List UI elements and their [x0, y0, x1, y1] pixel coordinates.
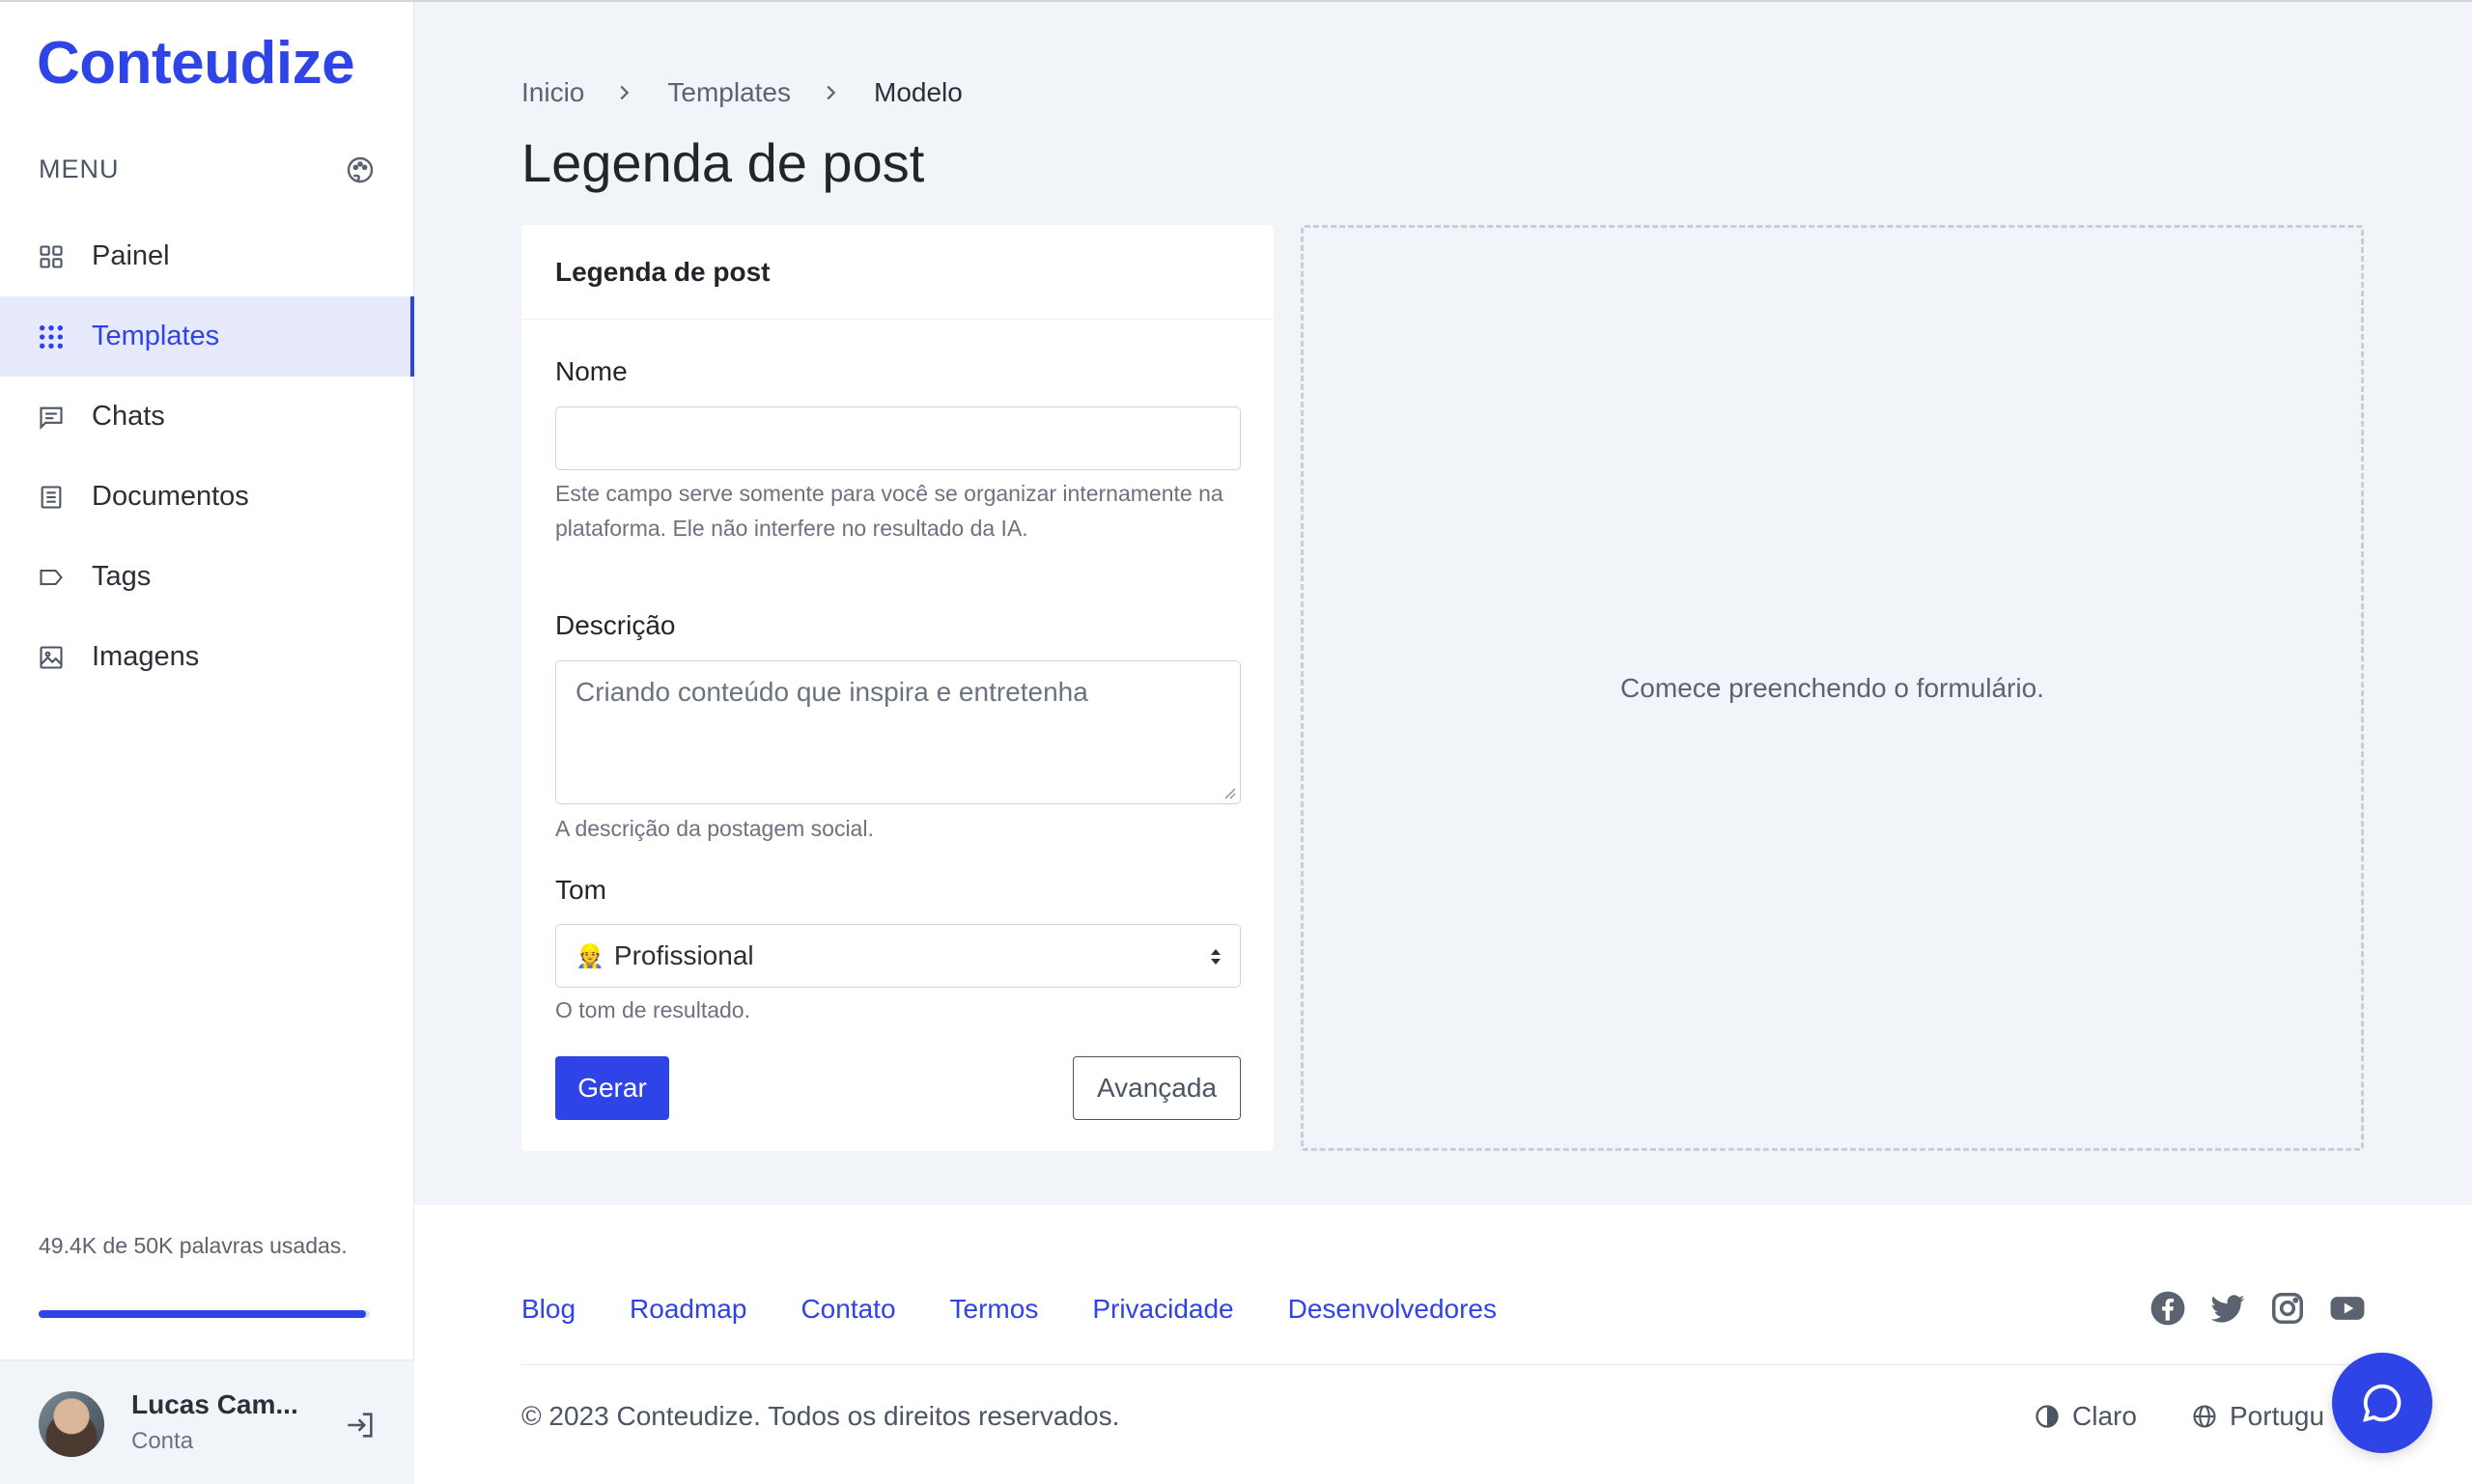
result-placeholder: Comece preenchendo o formulário.	[1620, 672, 2044, 703]
sidebar-item-label: Tags	[92, 561, 152, 592]
logo[interactable]: Conteudize	[37, 29, 355, 98]
tone-label: Tom	[555, 875, 606, 905]
usage-progress-bar	[39, 1310, 370, 1318]
instagram-icon[interactable]	[2269, 1290, 2306, 1327]
breadcrumb-current: Modelo	[874, 77, 963, 107]
name-input[interactable]	[555, 406, 1241, 470]
sidebar-item-chats[interactable]: Chats	[0, 377, 414, 457]
sidebar-item-painel[interactable]: Painel	[0, 216, 414, 296]
chevron-right-icon	[613, 82, 634, 103]
palette-icon[interactable]	[345, 154, 376, 185]
footer-link-blog[interactable]: Blog	[521, 1294, 576, 1325]
page-title: Legenda de post	[521, 132, 925, 193]
sidebar-nav: Painel Templates Chats Documentos Tags I…	[0, 216, 414, 697]
apps-icon	[37, 322, 66, 351]
name-help-text: Este campo serve somente para você se or…	[555, 481, 1223, 541]
footer-divider	[521, 1364, 2365, 1365]
footer-link-roadmap[interactable]: Roadmap	[630, 1294, 746, 1325]
chat-bubble-icon	[2363, 1384, 2402, 1422]
sidebar-item-templates[interactable]: Templates	[0, 296, 414, 377]
card-title: Legenda de post	[521, 225, 1274, 320]
menu-label: MENU	[39, 154, 120, 183]
avatar[interactable]	[39, 1391, 104, 1457]
sidebar-item-tags[interactable]: Tags	[0, 537, 414, 617]
footer-link-desenvolvedores[interactable]: Desenvolvedores	[1288, 1294, 1497, 1325]
footer-link-privacidade[interactable]: Privacidade	[1092, 1294, 1233, 1325]
usage-progress-fill	[39, 1310, 366, 1318]
sidebar-item-label: Templates	[92, 321, 220, 351]
advanced-button[interactable]: Avançada	[1073, 1056, 1241, 1120]
tone-selected-value: Profissional	[613, 940, 754, 970]
sidebar-item-documentos[interactable]: Documentos	[0, 457, 414, 537]
live-chat-button[interactable]	[2332, 1353, 2432, 1453]
description-label: Descrição	[555, 610, 676, 640]
chat-icon	[37, 403, 66, 432]
user-name: Lucas Cam...	[131, 1389, 298, 1419]
name-label: Nome	[555, 356, 628, 386]
select-arrows-icon	[1211, 949, 1221, 965]
sidebar-item-label: Chats	[92, 401, 165, 432]
image-icon	[37, 643, 66, 672]
globe-icon	[2193, 1405, 2216, 1428]
twitter-icon[interactable]	[2209, 1290, 2246, 1327]
chevron-right-icon	[820, 82, 841, 103]
youtube-icon[interactable]	[2329, 1290, 2366, 1327]
contrast-icon	[2036, 1405, 2059, 1428]
generate-button[interactable]: Gerar	[555, 1056, 669, 1120]
copyright: © 2023 Conteudize. Todos os direitos res…	[521, 1401, 1120, 1431]
logout-icon[interactable]	[344, 1409, 377, 1442]
usage-text: 49.4K de 50K palavras usadas.	[39, 1233, 348, 1258]
breadcrumb: Inicio Templates Modelo	[521, 77, 963, 108]
sidebar-item-imagens[interactable]: Imagens	[0, 617, 414, 697]
facebook-icon[interactable]	[2149, 1290, 2186, 1327]
tone-emoji: 👷	[576, 942, 604, 969]
user-subtitle: Conta	[131, 1428, 194, 1454]
sidebar-item-label: Imagens	[92, 641, 200, 672]
theme-toggle[interactable]: Claro	[2034, 1401, 2137, 1432]
document-icon	[37, 483, 66, 512]
template-form-card: Legenda de post Nome Este campo serve so…	[521, 225, 1274, 1151]
footer-links: Blog Roadmap Contato Termos Privacidade …	[521, 1294, 1551, 1325]
breadcrumb-templates[interactable]: Templates	[667, 77, 791, 108]
tone-select[interactable]: 👷 Profissional	[555, 924, 1241, 988]
theme-label: Claro	[2072, 1401, 2137, 1431]
description-textarea[interactable]: Criando conteúdo que inspira e entretenh…	[555, 660, 1241, 804]
footer-link-termos[interactable]: Termos	[950, 1294, 1039, 1325]
user-account[interactable]: Lucas Cam... Conta	[0, 1359, 414, 1484]
tone-help-text: O tom de resultado.	[555, 997, 750, 1022]
sidebar-item-label: Documentos	[92, 481, 249, 512]
grid-icon	[37, 242, 66, 271]
language-selector[interactable]: Portugu	[2191, 1401, 2324, 1432]
breadcrumb-inicio[interactable]: Inicio	[521, 77, 584, 108]
tag-icon	[37, 563, 66, 592]
sidebar: Conteudize MENU Painel Templates Chats D…	[0, 2, 414, 1484]
social-links	[2149, 1290, 2389, 1327]
language-label: Portugu	[2230, 1401, 2325, 1431]
result-panel: Comece preenchendo o formulário.	[1301, 225, 2364, 1151]
resize-handle-icon[interactable]	[1222, 786, 1236, 799]
footer-link-contato[interactable]: Contato	[801, 1294, 895, 1325]
description-help-text: A descrição da postagem social.	[555, 816, 874, 841]
description-placeholder: Criando conteúdo que inspira e entretenh…	[576, 677, 1088, 707]
sidebar-item-label: Painel	[92, 240, 170, 271]
footer: Blog Roadmap Contato Termos Privacidade …	[414, 1205, 2472, 1484]
